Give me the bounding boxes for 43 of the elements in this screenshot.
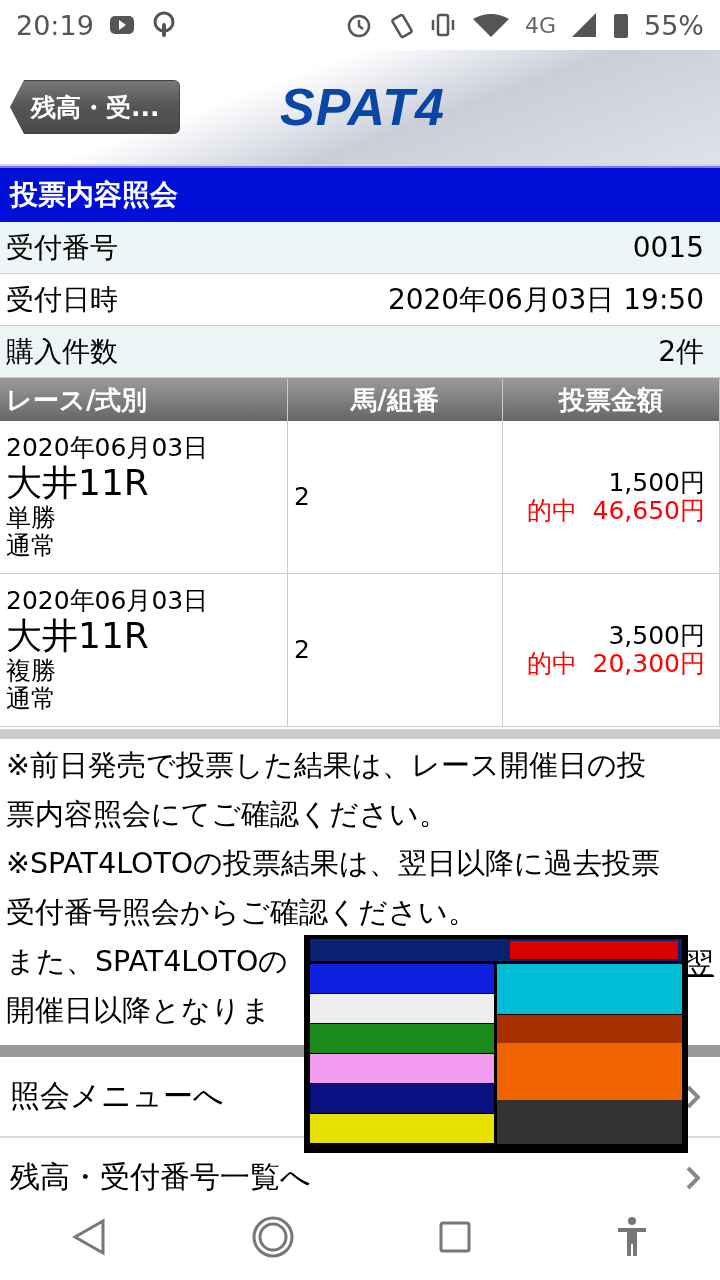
page-title: 投票内容照会 [0, 166, 720, 222]
bet-amount: 1,500円 [608, 469, 705, 497]
bet-method: 通常 [6, 532, 57, 560]
menu-link[interactable]: 残高・受付番号一覧へ [10, 1157, 311, 1198]
bet-type: 単勝 [6, 504, 57, 532]
signal-icon [570, 11, 598, 39]
payout-text: 的中 20,300円 [526, 650, 705, 678]
info-value: 2020年06月03日 19:50 [387, 281, 704, 318]
note-text: また、SPAT4LOTOの 開催日以降となりま [6, 944, 289, 1029]
chevron-icon [686, 1165, 700, 1190]
status-time: 20:19 [16, 9, 94, 41]
race-name: 大井11R [6, 462, 150, 504]
battery-percent: 55% [644, 9, 704, 41]
note-text: ※SPAT4LOTOの投票結果は、翌日以降に過去投票 受付番号照会からご確認ください。 [6, 846, 661, 931]
chevron-icon [686, 1084, 700, 1109]
info-label: 購入件数 [6, 333, 118, 370]
horse-number: 2 [294, 636, 311, 664]
column-header: 投票金額 [503, 379, 720, 421]
info-label: 受付日時 [6, 281, 118, 318]
home-nav-icon[interactable] [250, 1215, 295, 1259]
horse-number: 2 [294, 483, 311, 511]
info-label: 受付番号 [6, 229, 118, 266]
column-header: 馬/組番 [288, 379, 503, 421]
logo: SPAT4 [280, 77, 445, 137]
bet-amount: 3,500円 [608, 622, 705, 650]
column-header: レース/式別 [0, 379, 288, 421]
note-text: ※前日発売で投票した結果は、レース開催日の投 票内容照会にてご確認ください。 [6, 748, 646, 833]
menu-link[interactable]: 照会メニューへ [10, 1076, 224, 1117]
bet-type: 複勝 [6, 657, 57, 685]
note-text: 翌 [685, 946, 714, 982]
payout-text: 的中 46,650円 [526, 497, 705, 525]
race-date: 2020年06月03日 [6, 587, 210, 615]
back-button[interactable]: 残高・受... [10, 80, 180, 134]
network-type: 4G [524, 12, 556, 38]
info-value: 0015 [632, 231, 704, 264]
bet-method: 通常 [6, 685, 57, 713]
race-name: 大井11R [6, 615, 150, 657]
info-value: 2件 [658, 333, 704, 370]
recents-nav-icon[interactable] [439, 1221, 472, 1253]
race-date: 2020年06月03日 [6, 434, 210, 462]
accessibility-icon[interactable] [615, 1216, 648, 1258]
battery-icon [612, 11, 630, 39]
back-nav-icon[interactable] [72, 1218, 107, 1256]
